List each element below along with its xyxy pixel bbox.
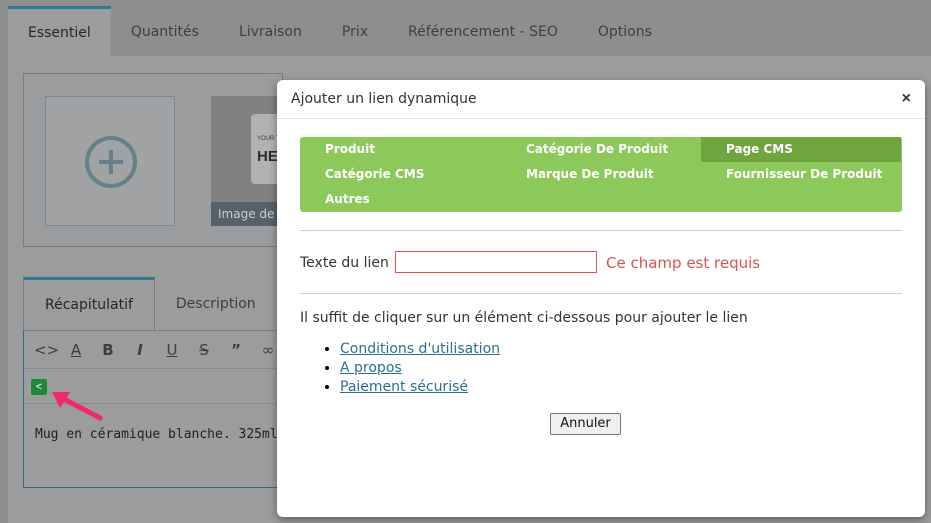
cms-link-paiement[interactable]: Paiement sécurisé (340, 379, 468, 395)
editor-toolbar: <> A B I U S ” ∞ (24, 331, 282, 369)
link-type-page-cms[interactable]: Page CMS (701, 137, 901, 162)
share-icon[interactable]: < (31, 379, 47, 395)
list-item: A propos (340, 360, 500, 379)
divider (300, 293, 902, 294)
tab-prix[interactable]: Prix (322, 6, 388, 56)
list-item: Conditions d'utilisation (340, 341, 500, 360)
image-panel: YOUR T HE Image de c (23, 73, 291, 247)
link-text-error: Ce champ est requis (606, 254, 761, 272)
instruction-text: Il suffit de cliquer sur un élément ci-d… (300, 310, 748, 326)
link-text-label: Texte du lien : (300, 255, 399, 271)
link-type-selector: Produit Catégorie De Produit Page CMS Ca… (300, 137, 902, 212)
tab-quantites[interactable]: Quantités (111, 6, 219, 56)
code-icon[interactable]: <> (34, 341, 59, 359)
quote-icon[interactable]: ” (226, 341, 246, 359)
link-type-produit[interactable]: Produit (300, 137, 500, 162)
link-type-marque[interactable]: Marque De Produit (501, 162, 701, 187)
editor-content[interactable]: Mug en céramique blanche. 325ml (35, 427, 278, 442)
dynamic-link-dialog: Ajouter un lien dynamique × Produit Caté… (277, 80, 925, 517)
italic-icon[interactable]: I (130, 341, 150, 359)
link-type-categorie-cms[interactable]: Catégorie CMS (300, 162, 500, 187)
cms-link-a-propos[interactable]: A propos (340, 360, 402, 376)
divider (300, 230, 902, 231)
tab-description[interactable]: Description (155, 277, 277, 330)
list-item: Paiement sécurisé (340, 379, 500, 398)
link-type-categorie-produit[interactable]: Catégorie De Produit (501, 137, 701, 162)
plus-icon (85, 136, 137, 188)
tab-recapitulatif[interactable]: Récapitulatif (23, 277, 155, 330)
add-image-button[interactable] (45, 96, 175, 226)
cancel-button[interactable]: Annuler (550, 413, 621, 435)
font-color-icon[interactable]: A (66, 341, 86, 359)
dialog-title: Ajouter un lien dynamique (291, 91, 477, 107)
bold-icon[interactable]: B (98, 341, 118, 359)
cms-page-list: Conditions d'utilisation A propos Paieme… (340, 341, 500, 398)
link-icon[interactable]: ∞ (258, 341, 278, 359)
scroll-edge (925, 505, 931, 523)
mug-brand-big: HE (257, 148, 278, 165)
cms-link-conditions[interactable]: Conditions d'utilisation (340, 341, 500, 357)
tab-seo[interactable]: Référencement - SEO (388, 6, 578, 56)
tab-livraison[interactable]: Livraison (219, 6, 322, 56)
product-tabs: Essentiel Quantités Livraison Prix Référ… (8, 6, 672, 56)
editor-tabs: Récapitulatif Description (23, 277, 277, 330)
link-type-autres[interactable]: Autres (300, 187, 500, 212)
tab-options[interactable]: Options (578, 6, 672, 56)
close-icon[interactable]: × (902, 90, 911, 108)
dialog-header: Ajouter un lien dynamique × (277, 80, 925, 119)
underline-icon[interactable]: U (162, 341, 182, 359)
strikethrough-icon[interactable]: S (194, 341, 214, 359)
tab-essentiel[interactable]: Essentiel (8, 6, 111, 56)
annotation-arrow-icon (52, 392, 103, 421)
link-type-fournisseur[interactable]: Fournisseur De Produit (701, 162, 901, 187)
link-text-input[interactable] (395, 251, 597, 273)
